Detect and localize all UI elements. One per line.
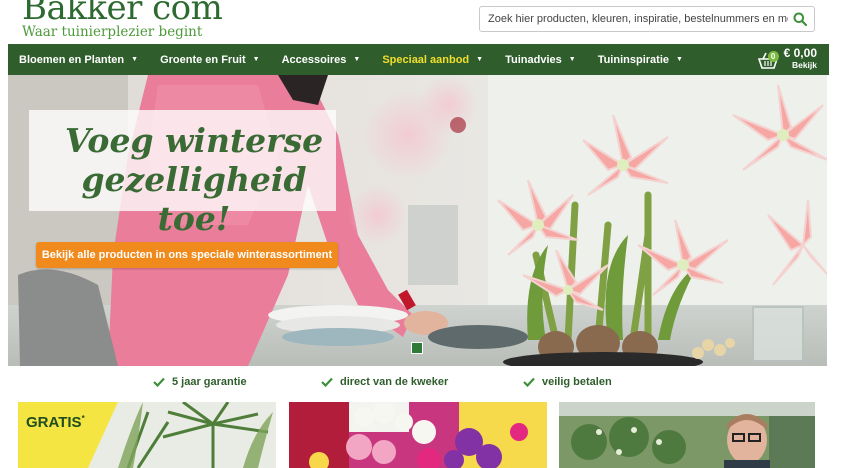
nav-item-accessoires[interactable]: Accessoires ▼ <box>271 44 372 75</box>
check-icon <box>523 377 535 387</box>
cart-view-label: Bekijk <box>791 60 817 70</box>
main-nav: Bloemen en Planten ▼ Groente en Fruit ▼ Ac… <box>8 44 829 75</box>
nav-item-label: Bloemen en Planten <box>19 53 125 66</box>
check-icon <box>153 377 165 387</box>
caret-down-icon: ▼ <box>252 56 260 63</box>
usp-direct-grower: direct van de kweker <box>321 376 448 388</box>
primula-photo <box>289 402 547 468</box>
usp-label: veilig betalen <box>542 376 612 388</box>
caret-down-icon: ▼ <box>476 56 484 63</box>
slider-dot[interactable] <box>411 342 423 354</box>
cart-count-badge: 0 <box>767 51 779 62</box>
usp-secure-payment: veilig betalen <box>523 376 612 388</box>
usp-label: 5 jaar garantie <box>172 376 247 388</box>
nav-item-tuininspiratie[interactable]: Tuininspiratie ▼ <box>587 44 694 75</box>
caret-down-icon: ▼ <box>568 56 576 63</box>
hero-headline: Voeg winterse gezelligheid toe! <box>64 121 324 238</box>
winter-assortment-button[interactable]: Bekijk alle producten in ons speciale wi… <box>36 242 338 268</box>
promo-tile-flowers[interactable] <box>289 402 547 468</box>
usp-label: direct van de kweker <box>340 376 449 388</box>
promo-tile-kweker[interactable] <box>559 402 815 468</box>
nav-item-groente-en-fruit[interactable]: Groente en Fruit ▼ <box>149 44 271 75</box>
promo-tile-gratis[interactable]: GRATIS* <box>18 402 276 468</box>
nav-item-label: Speciaal aanbod <box>382 53 470 66</box>
caret-down-icon: ▼ <box>353 56 361 63</box>
nav-item-label: Tuinadvies <box>505 53 562 66</box>
nav-item-label: Groente en Fruit <box>160 53 246 66</box>
logo[interactable]: Bakker com Waar tuinierplezier begint <box>22 0 223 40</box>
caret-down-icon: ▼ <box>131 56 139 63</box>
nav-item-label: Tuininspiratie <box>597 53 669 66</box>
search-input[interactable] <box>480 8 796 30</box>
nav-item-tuinadvies[interactable]: Tuinadvies ▼ <box>494 44 587 75</box>
basket-icon: 0 <box>757 49 779 71</box>
check-icon <box>321 377 333 387</box>
nav-item-speciaal-aanbod[interactable]: Speciaal aanbod ▼ <box>371 44 494 75</box>
palm-photo <box>18 402 273 468</box>
gratis-label: GRATIS* <box>26 414 85 431</box>
caret-down-icon: ▼ <box>676 56 683 63</box>
usp-guarantee: 5 jaar garantie <box>153 376 247 388</box>
search-icon[interactable] <box>793 12 807 26</box>
search-bar <box>479 6 815 32</box>
cart-amount: € 0,00 <box>783 46 817 60</box>
grower-photo <box>559 402 815 468</box>
logo-tagline: Waar tuinierplezier begint <box>22 24 203 40</box>
nav-item-label: Accessoires <box>281 53 347 66</box>
cart-button[interactable]: 0 € 0,00 Bekijk <box>757 47 817 71</box>
hero-banner[interactable]: Voeg winterse gezelligheid toe! Bekijk a… <box>8 75 827 366</box>
nav-item-bloemen-en-planten[interactable]: Bloemen en Planten ▼ <box>8 44 149 75</box>
